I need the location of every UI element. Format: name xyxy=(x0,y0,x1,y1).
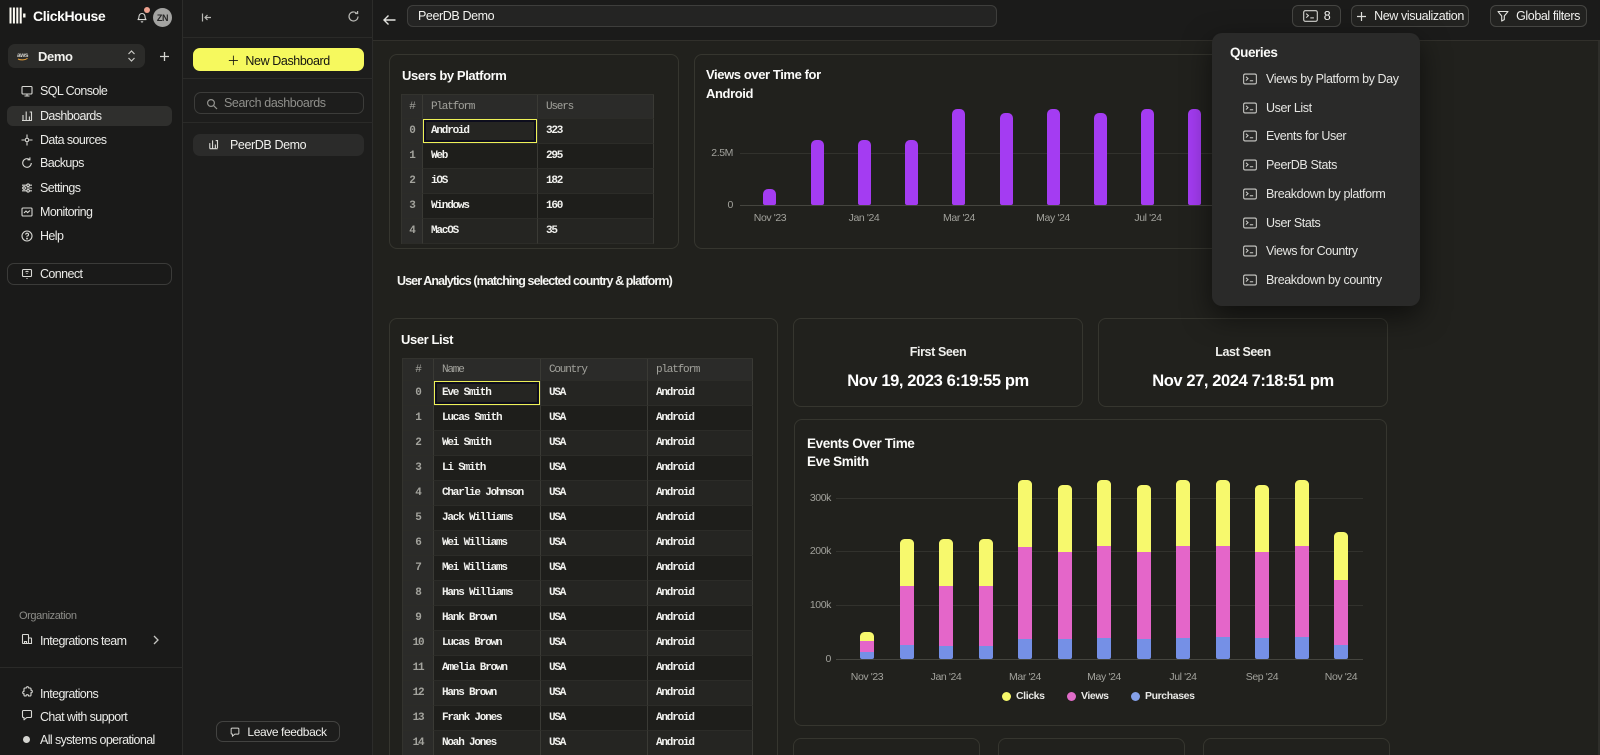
svg-text:aws: aws xyxy=(17,52,29,59)
